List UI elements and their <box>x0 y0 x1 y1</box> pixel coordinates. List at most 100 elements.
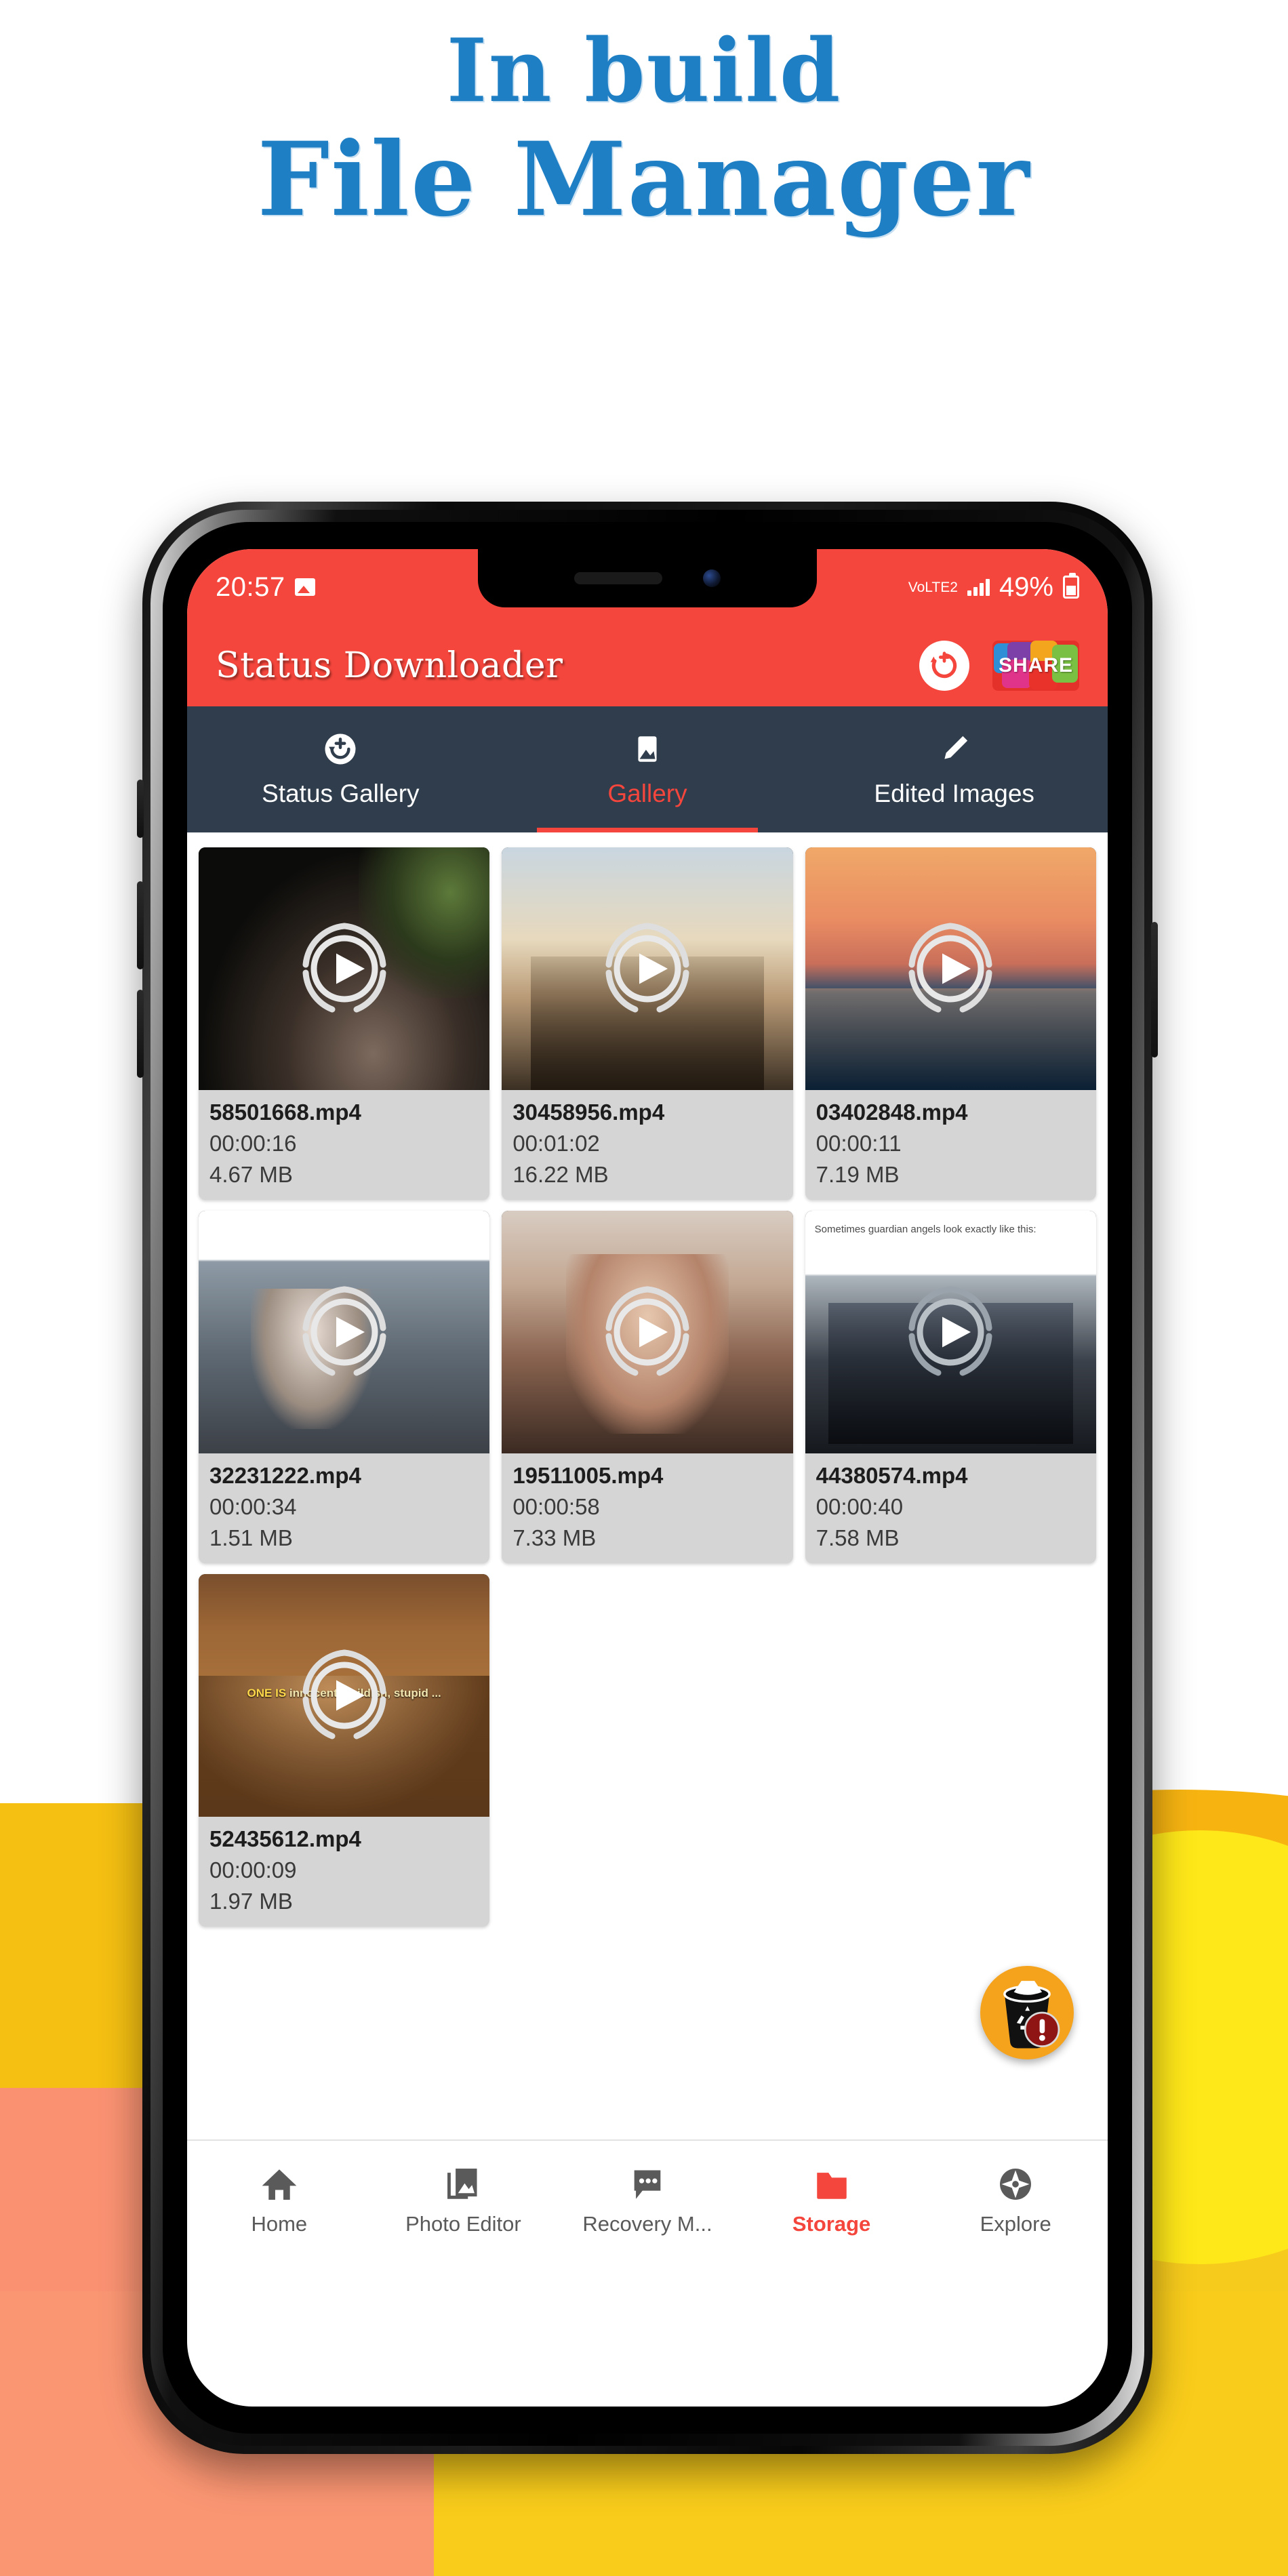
status-bar: 20:57 VoLTE2 49% <box>187 549 1108 625</box>
video-thumbnail[interactable] <box>502 1211 793 1453</box>
nav-item-storage[interactable]: Storage <box>740 2162 924 2236</box>
video-filename: 52435612.mp4 <box>209 1826 361 1851</box>
gallery-content: 58501668.mp4 00:00:16 4.67 MB 30458956.m… <box>187 832 1108 2139</box>
video-card[interactable]: 03402848.mp4 00:00:11 7.19 MB <box>805 847 1096 1200</box>
play-circle-icon[interactable] <box>294 1645 395 1746</box>
video-duration: 00:00:16 <box>209 1131 297 1156</box>
gallery-item[interactable]: 32231222.mp4 00:00:34 1.51 MB <box>193 1205 496 1569</box>
video-card[interactable]: 32231222.mp4 00:00:34 1.51 MB <box>199 1211 490 1563</box>
app-title: Status Downloader <box>216 645 563 686</box>
promo-line-2: File Manager <box>257 119 1031 239</box>
chat-bubble-icon <box>628 2162 667 2204</box>
photo-stack-icon <box>443 2162 483 2204</box>
nav-label: Home <box>251 2212 308 2236</box>
video-thumbnail[interactable]: ONE IS innocent, childish, stupid ... <box>199 1574 490 1817</box>
gallery-grid: 58501668.mp4 00:00:16 4.67 MB 30458956.m… <box>193 842 1102 1932</box>
video-duration: 00:00:34 <box>209 1494 297 1519</box>
thumbnail-caption: Sometimes guardian angels look exactly l… <box>814 1224 1037 1235</box>
video-thumbnail[interactable] <box>199 847 490 1090</box>
nav-label: Storage <box>792 2212 871 2236</box>
play-circle-icon[interactable] <box>597 918 698 1020</box>
video-filesize: 4.67 MB <box>209 1162 293 1187</box>
overlay-text-highlight: ONE IS <box>247 1686 287 1699</box>
tab-label: Edited Images <box>874 780 1034 807</box>
gallery-item[interactable]: 03402848.mp4 00:00:11 7.19 MB <box>799 842 1102 1205</box>
video-thumbnail[interactable] <box>805 847 1096 1090</box>
video-meta: 03402848.mp4 00:00:11 7.19 MB <box>805 1090 1096 1200</box>
status-bar-left: 20:57 <box>216 572 315 603</box>
app-bar-actions: SHARE <box>919 641 1079 691</box>
compass-icon <box>996 2162 1035 2204</box>
play-circle-icon[interactable] <box>900 918 1001 1020</box>
share-button-label: SHARE <box>998 654 1073 677</box>
delete-fab-button[interactable] <box>980 1966 1074 2059</box>
video-filesize: 7.19 MB <box>816 1162 900 1187</box>
phone-power-button[interactable] <box>1151 922 1158 1058</box>
tab-status-gallery[interactable]: Status Gallery <box>187 706 494 832</box>
battery-percent-label: 49% <box>999 571 1053 602</box>
play-circle-icon[interactable] <box>294 1281 395 1383</box>
gallery-item[interactable]: ONE IS innocent, childish, stupid ... 52… <box>193 1569 496 1932</box>
video-duration: 00:00:58 <box>512 1494 600 1519</box>
video-thumbnail[interactable]: Sometimes guardian angels look exactly l… <box>805 1211 1096 1453</box>
tab-label: Status Gallery <box>262 780 420 807</box>
phone-screen: 20:57 VoLTE2 49% Status Downloader SHARE… <box>187 549 1108 2407</box>
phone-volume-down-button[interactable] <box>137 990 144 1078</box>
status-bar-clock: 20:57 <box>216 571 285 602</box>
nav-label: Explore <box>980 2212 1051 2236</box>
battery-charging-icon <box>1063 573 1079 599</box>
video-meta: 30458956.mp4 00:01:02 16.22 MB <box>502 1090 792 1200</box>
image-icon <box>630 731 664 767</box>
share-button[interactable]: SHARE <box>992 641 1079 691</box>
network-type-label: VoLTE2 <box>908 579 958 595</box>
nav-label: Photo Editor <box>405 2212 521 2236</box>
status-bar-right: VoLTE2 49% <box>908 572 1079 603</box>
video-filesize: 7.58 MB <box>816 1525 900 1550</box>
phone-mute-button[interactable] <box>137 780 144 838</box>
play-circle-icon[interactable] <box>900 1281 1001 1383</box>
promo-line-1: In build <box>446 20 842 122</box>
phone-volume-up-button[interactable] <box>137 881 144 969</box>
video-meta: 32231222.mp4 00:00:34 1.51 MB <box>199 1453 489 1563</box>
phone-notch <box>478 549 817 607</box>
video-duration: 00:01:02 <box>512 1131 600 1156</box>
tab-bar: Status Gallery Gallery Edited Images <box>187 706 1108 832</box>
front-camera-icon <box>703 569 721 587</box>
play-circle-icon[interactable] <box>294 918 395 1020</box>
tab-edited-images[interactable]: Edited Images <box>801 706 1108 832</box>
video-duration: 00:00:09 <box>209 1857 297 1883</box>
video-filename: 19511005.mp4 <box>512 1463 664 1488</box>
video-filename: 44380574.mp4 <box>816 1463 968 1488</box>
video-card[interactable]: 58501668.mp4 00:00:16 4.67 MB <box>199 847 490 1200</box>
video-filename: 03402848.mp4 <box>816 1100 968 1125</box>
home-icon <box>260 2162 299 2204</box>
gallery-item[interactable]: 19511005.mp4 00:00:58 7.33 MB <box>496 1205 799 1569</box>
refresh-button[interactable] <box>919 641 969 691</box>
earpiece-speaker <box>574 572 662 584</box>
video-duration: 00:00:11 <box>816 1131 902 1156</box>
video-meta: 19511005.mp4 00:00:58 7.33 MB <box>502 1453 792 1563</box>
image-icon <box>294 578 315 596</box>
nav-item-explore[interactable]: Explore <box>923 2162 1108 2236</box>
video-filesize: 1.51 MB <box>209 1525 293 1550</box>
video-card[interactable]: 30458956.mp4 00:01:02 16.22 MB <box>502 847 793 1200</box>
pencil-icon <box>936 731 973 767</box>
nav-item-photo-editor[interactable]: Photo Editor <box>371 2162 556 2236</box>
gallery-item[interactable]: Sometimes guardian angels look exactly l… <box>799 1205 1102 1569</box>
video-thumbnail[interactable] <box>199 1211 490 1453</box>
nav-item-home[interactable]: Home <box>187 2162 371 2236</box>
video-card[interactable]: Sometimes guardian angels look exactly l… <box>805 1211 1096 1563</box>
tab-gallery[interactable]: Gallery <box>494 706 801 832</box>
trash-recycle-warning-icon <box>1003 1981 1060 2049</box>
play-circle-icon[interactable] <box>597 1281 698 1383</box>
video-meta: 58501668.mp4 00:00:16 4.67 MB <box>199 1090 489 1200</box>
video-filename: 30458956.mp4 <box>512 1100 665 1125</box>
video-thumbnail[interactable] <box>502 847 793 1090</box>
gallery-item[interactable]: 58501668.mp4 00:00:16 4.67 MB <box>193 842 496 1205</box>
video-card[interactable]: ONE IS innocent, childish, stupid ... 52… <box>199 1574 490 1927</box>
gallery-item[interactable]: 30458956.mp4 00:01:02 16.22 MB <box>496 842 799 1205</box>
video-filesize: 1.97 MB <box>209 1889 293 1914</box>
nav-item-recovery[interactable]: Recovery M... <box>555 2162 740 2236</box>
video-card[interactable]: 19511005.mp4 00:00:58 7.33 MB <box>502 1211 793 1563</box>
promo-headline: In build File Manager <box>0 27 1288 232</box>
